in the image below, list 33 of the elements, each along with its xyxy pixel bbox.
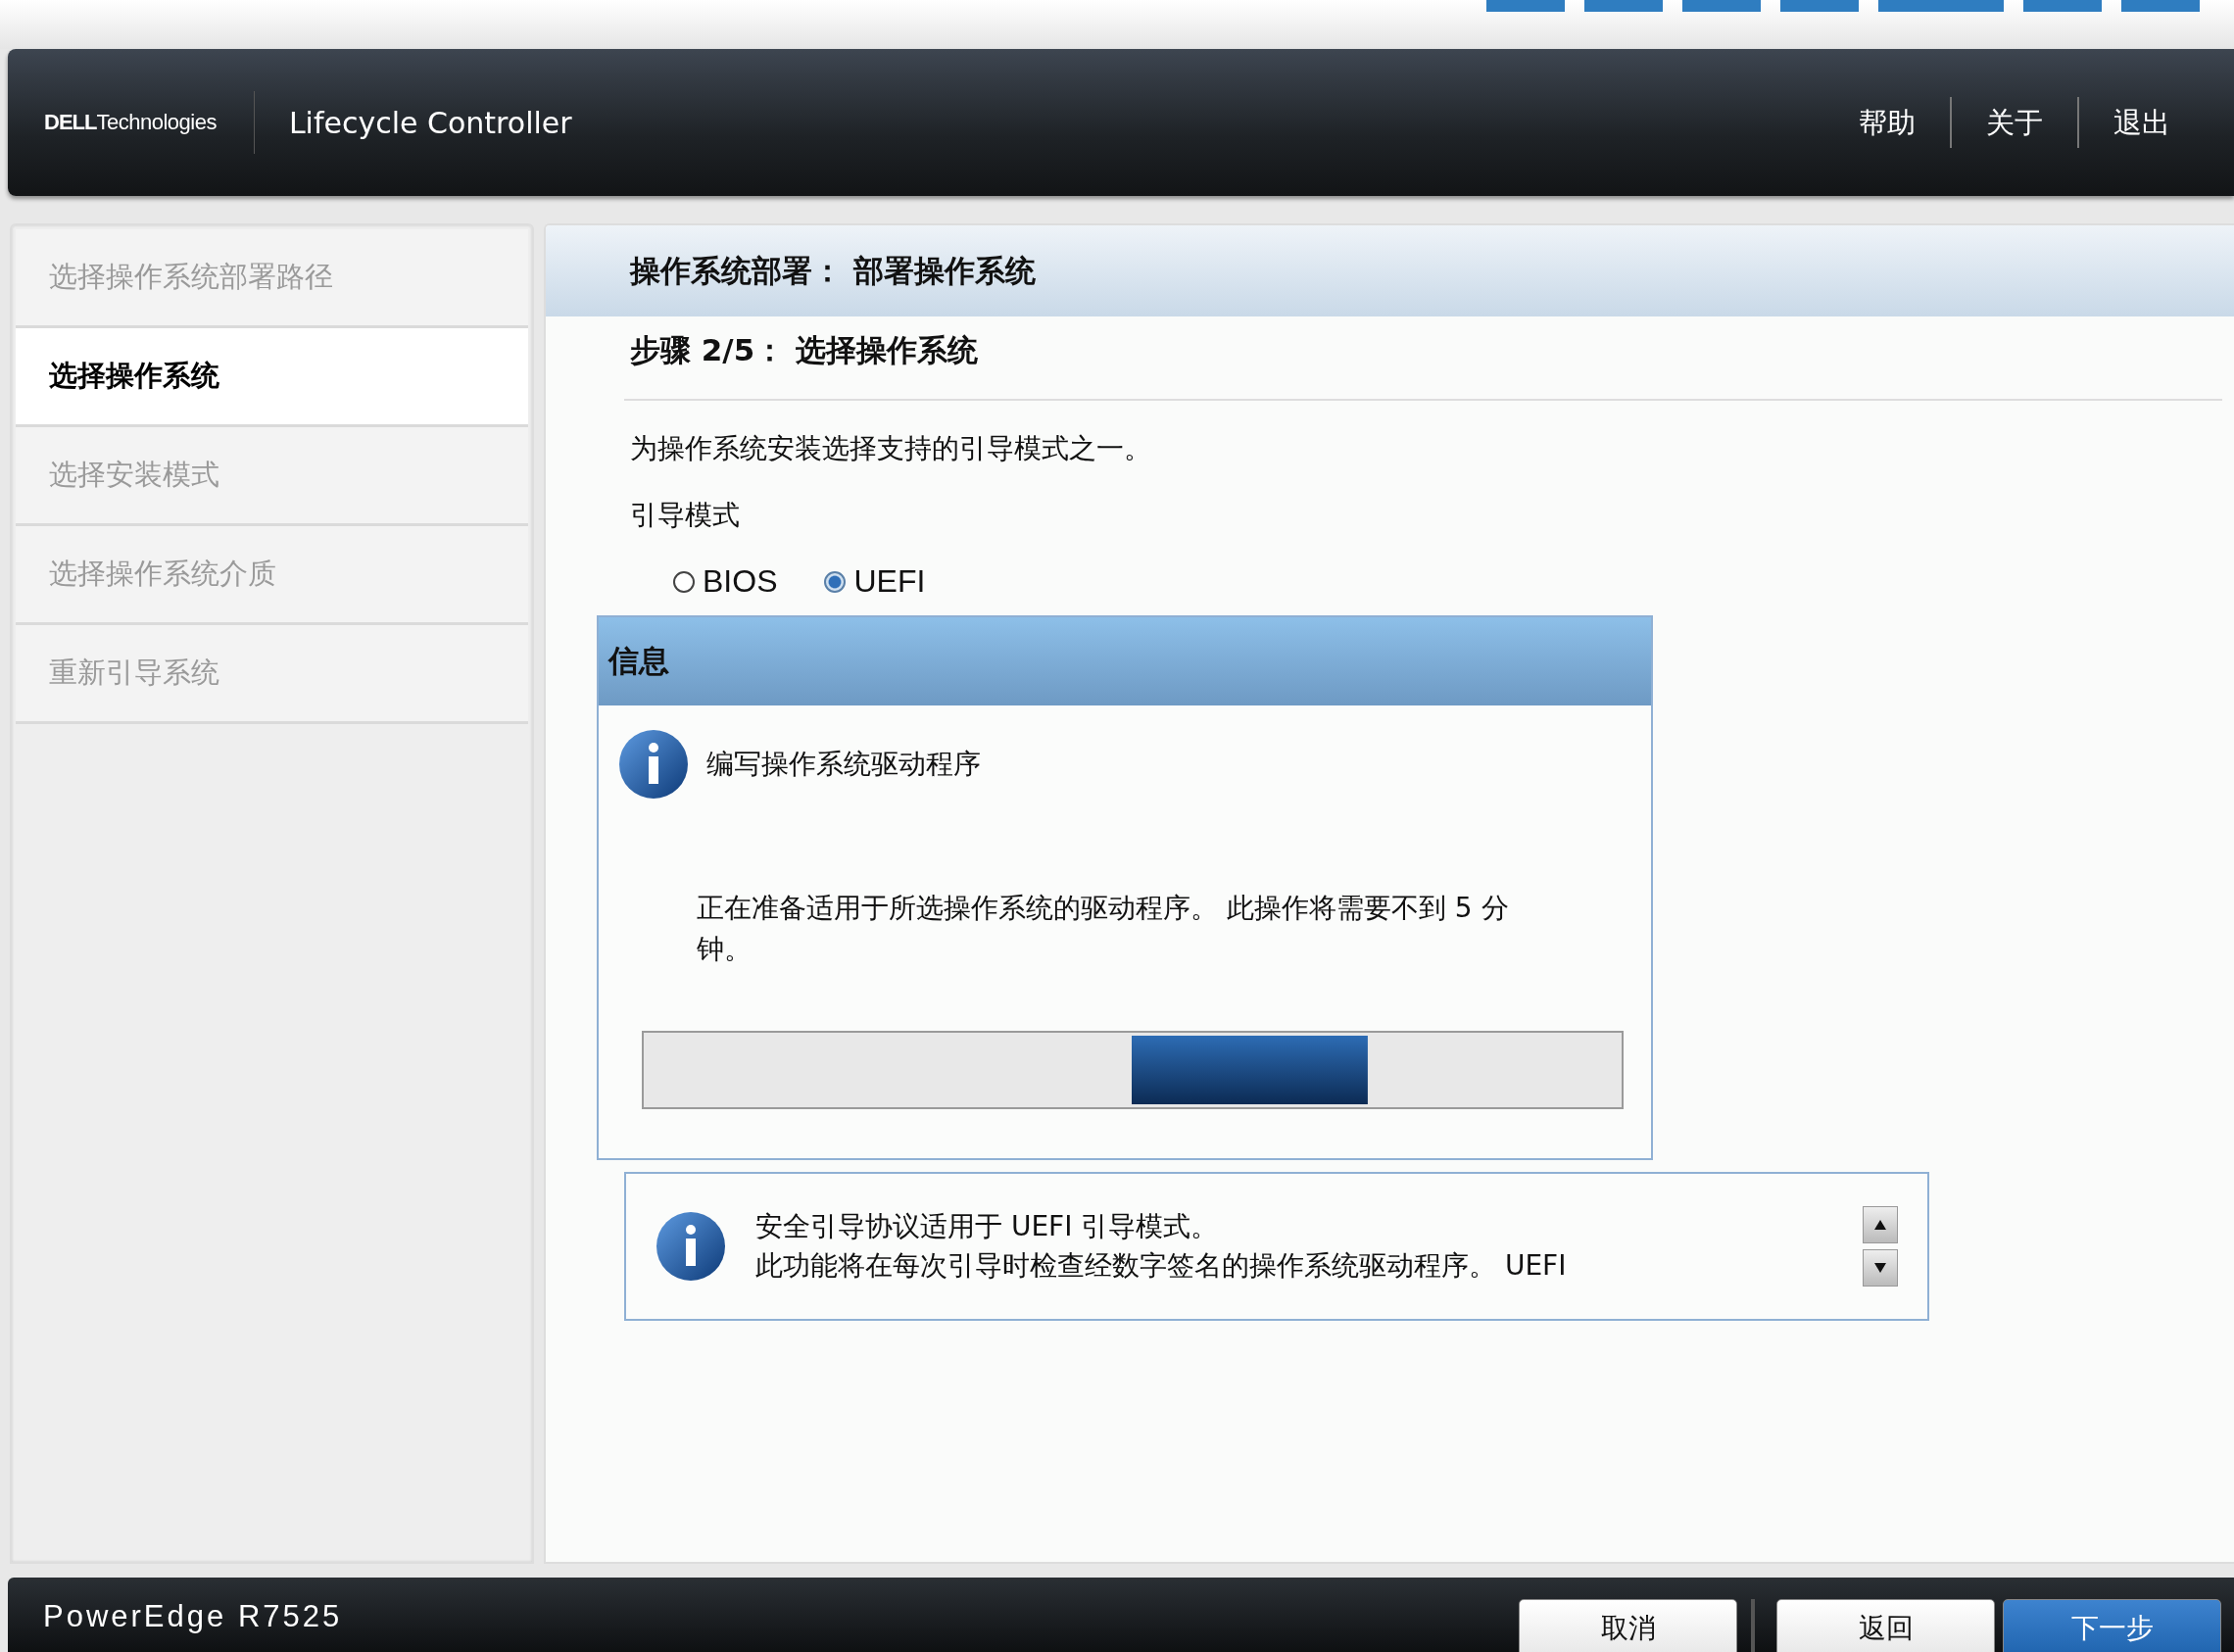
header-link[interactable]: 帮助 [1824,97,1950,148]
browser-tab[interactable] [2023,0,2102,12]
header-link[interactable]: 退出 [2077,97,2205,148]
server-model: PowerEdge R7525 [42,1598,344,1634]
header-link[interactable]: 关于 [1950,97,2077,148]
browser-tab[interactable] [2121,0,2200,12]
dialog-title: 信息 [599,617,1651,705]
brand-logo: DELLTechnologies [44,91,255,154]
down-triangle-icon [1874,1263,1886,1273]
step-title: 步骤 2/5： 选择操作系统 [624,316,2222,401]
instruction-text: 为操作系统安装选择支持的引导模式之一。 [630,431,1152,466]
info-heading: 编写操作系统驱动程序 [706,747,981,782]
footer-button[interactable]: 返回 [1776,1599,1995,1652]
browser-tab[interactable] [1682,0,1761,12]
scroll-up-button[interactable] [1863,1206,1898,1243]
boot-mode-radio[interactable]: BIOS [673,563,778,600]
info-icon [618,729,689,800]
info-message: 正在准备适用于所选操作系统的驱动程序。 此操作将需要不到 5 分钟。 [697,891,1510,967]
browser-tab[interactable] [1584,0,1663,12]
sidebar-item[interactable]: 选择操作系统 [16,328,528,427]
browser-tab[interactable] [1878,0,2004,12]
footer-button[interactable]: 下一步 [2003,1599,2221,1652]
product-title: Lifecycle Controller [288,105,573,140]
browser-tab[interactable] [1780,0,1859,12]
page-title: 操作系统部署： 部署操作系统 [546,225,2234,316]
boot-mode-radio[interactable]: UEFI [824,563,926,600]
browser-tab[interactable] [1486,0,1565,12]
up-triangle-icon [1874,1220,1886,1230]
scroll-down-button[interactable] [1863,1249,1898,1287]
footer-button[interactable]: 取消 [1519,1599,1737,1652]
notice-text: 安全引导协议适用于 UEFI 引导模式。 此功能将在每次引导时检查经数字签名的操作系统驱动程序。 UEFI [755,1209,1568,1284]
boot-mode-label: 引导模式 [630,498,741,533]
info-icon [656,1211,726,1282]
